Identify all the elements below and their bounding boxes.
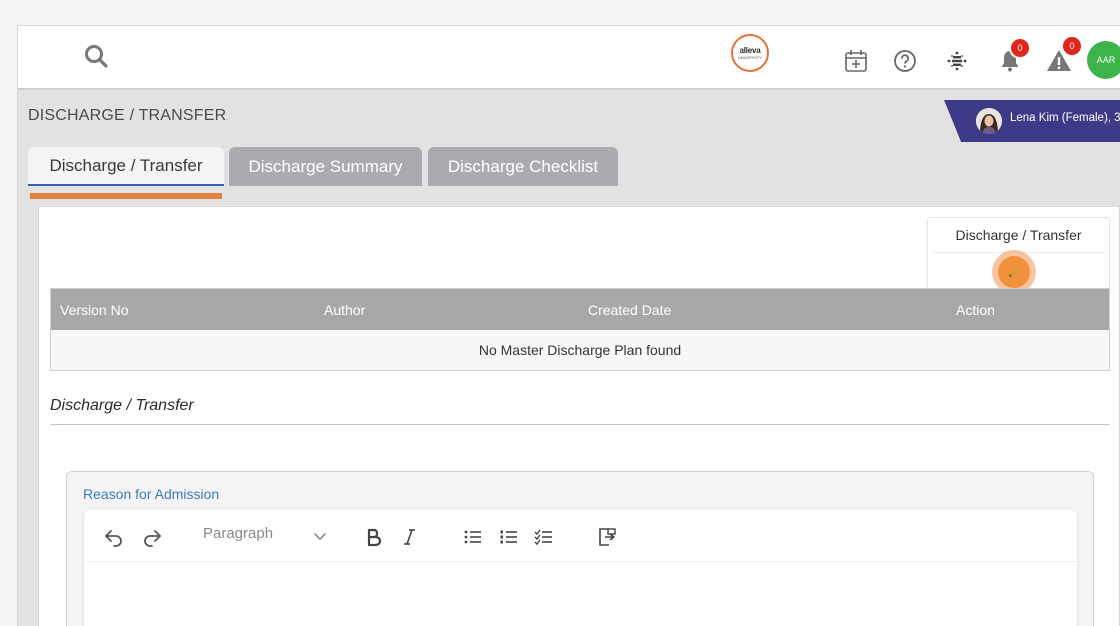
patient-name: Lena Kim (Female), 3 (1010, 112, 1120, 124)
top-bar: alleva UNIVERSITY 0 0 AAR (18, 26, 1120, 90)
app-window: alleva UNIVERSITY 0 0 AAR DISCHARGE / TR… (17, 25, 1120, 626)
discharge-plan-table: Version No Author Created Date Action No… (50, 288, 1110, 371)
search-icon[interactable] (82, 42, 112, 72)
reason-for-admission-card: Reason for Admission Paragraph (66, 471, 1094, 626)
content-area: DISCHARGE / TRANSFER Lena Kim (Female), … (18, 90, 1120, 626)
help-icon[interactable] (892, 48, 918, 74)
pencil-icon (998, 256, 1030, 288)
bulleted-list-icon[interactable] (460, 524, 486, 550)
block-format-select[interactable]: Paragraph (203, 525, 333, 549)
tab-discharge-checklist[interactable]: Discharge Checklist (428, 147, 618, 186)
field-label: Reason for Admission (83, 486, 220, 502)
column-header-author: Author (324, 302, 366, 318)
tab-discharge-summary[interactable]: Discharge Summary (229, 147, 422, 186)
column-header-version-no: Version No (60, 302, 129, 318)
insert-template-icon[interactable] (594, 524, 620, 550)
active-tab-indicator (30, 193, 222, 199)
italic-icon[interactable] (397, 524, 423, 550)
numbered-list-icon[interactable] (496, 524, 522, 550)
editor-toolbar: Paragraph (84, 510, 1077, 562)
calendar-add-icon[interactable] (843, 48, 869, 74)
alert-count-badge: 0 (1061, 35, 1083, 57)
user-avatar[interactable]: AAR (1087, 41, 1120, 79)
block-format-value: Paragraph (203, 525, 274, 542)
column-header-created-date: Created Date (588, 302, 672, 318)
bold-icon[interactable] (361, 524, 387, 550)
discharge-transfer-panel: Discharge / Transfer Version No Author C… (38, 206, 1120, 626)
empty-table-message: No Master Discharge Plan found (51, 330, 1109, 370)
patient-banner[interactable]: Lena Kim (Female), 3 (944, 100, 1120, 142)
action-card-title: Discharge / Transfer (955, 227, 1082, 243)
page-title: DISCHARGE / TRANSFER (28, 107, 227, 124)
undo-icon[interactable] (101, 524, 127, 550)
patient-photo (976, 108, 1002, 134)
section-title: Discharge / Transfer (50, 397, 194, 414)
chevron-down-icon (313, 529, 327, 547)
column-header-action: Action (956, 302, 995, 318)
section-divider (50, 424, 1110, 425)
apps-grid-icon[interactable] (944, 48, 970, 74)
table-header: Version No Author Created Date Action (51, 289, 1109, 330)
rich-text-editor[interactable]: Paragraph (84, 510, 1077, 626)
action-card: Discharge / Transfer (927, 217, 1110, 294)
notification-count-badge: 0 (1009, 37, 1031, 59)
alleva-university-logo[interactable]: alleva UNIVERSITY (731, 34, 769, 72)
redo-icon[interactable] (139, 524, 165, 550)
checklist-icon[interactable] (531, 524, 557, 550)
tab-discharge-transfer[interactable]: Discharge / Transfer (28, 147, 224, 186)
